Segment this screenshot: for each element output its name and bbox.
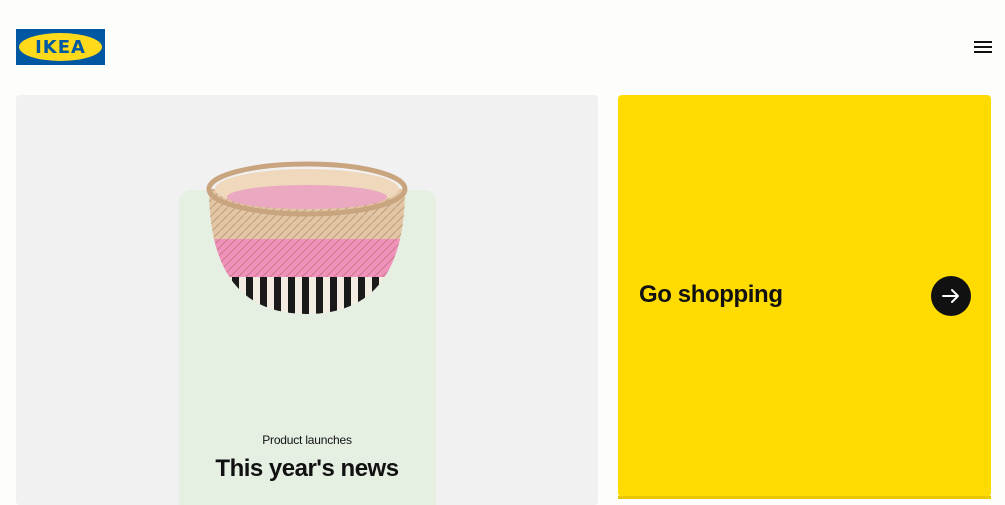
menu-button[interactable] [970, 36, 996, 58]
arrow-right-icon [942, 289, 959, 303]
ikea-logo[interactable]: IKEA [16, 29, 105, 65]
hamburger-menu-icon [974, 41, 992, 53]
logo-oval: IKEA [19, 33, 102, 61]
promo-title[interactable]: This year's news [16, 455, 598, 483]
promo-eyebrow: Product launches [262, 433, 352, 447]
go-shopping-title[interactable]: Go shopping [639, 281, 783, 309]
logo-text: IKEA [35, 36, 86, 58]
product-launches-card[interactable]: Product launches This year's news [16, 95, 598, 505]
go-shopping-card[interactable]: Go shopping [618, 95, 991, 497]
go-shopping-arrow-button[interactable] [931, 276, 971, 316]
woven-basket-image [206, 161, 408, 314]
